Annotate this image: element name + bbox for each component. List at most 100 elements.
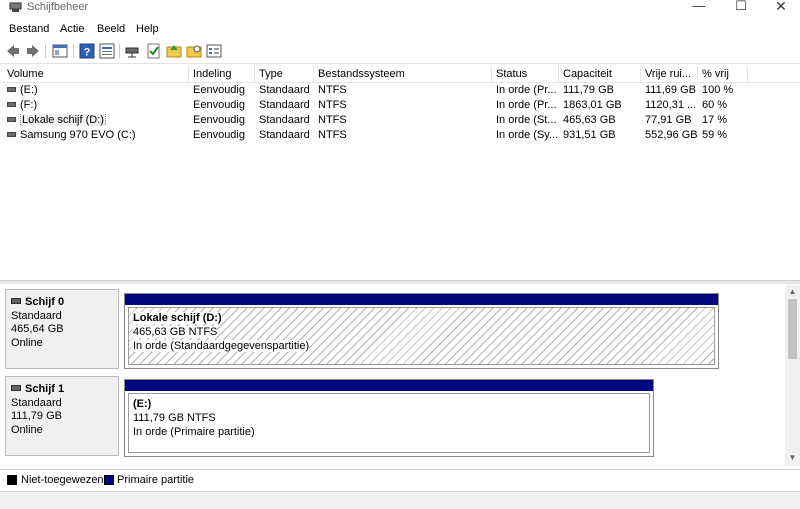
rescan-icon[interactable] <box>185 42 203 60</box>
status-bar <box>0 491 800 509</box>
partition-title: (E:) <box>133 398 152 410</box>
column-header-capaciteit[interactable]: Capaciteit <box>563 68 612 83</box>
cell-volume: Samsung 970 EVO (C:) <box>20 129 136 141</box>
cell-indeling: Eenvoudig <box>193 129 245 141</box>
volume-icon <box>7 116 16 122</box>
menu-bestand[interactable]: Bestand <box>9 23 49 35</box>
cell-pct-vrij: 59 % <box>702 129 728 141</box>
scroll-up-icon[interactable]: ▲ <box>788 287 797 296</box>
console-tree-icon[interactable] <box>51 42 69 60</box>
toolbar: ? <box>0 40 800 64</box>
column-header-status[interactable]: Status <box>496 68 527 83</box>
cell-status: In orde (Pr... <box>496 84 557 96</box>
partition-body: (E:) 111,79 GB NTFS In orde (Primaire pa… <box>128 393 650 453</box>
cell-pct-vrij: 100 % <box>702 84 734 96</box>
disk-size: 111,79 GB <box>11 410 62 422</box>
column-header-indeling[interactable]: Indeling <box>193 68 232 83</box>
cell-indeling: Eenvoudig <box>193 99 245 111</box>
legend-swatch-primary <box>104 475 114 485</box>
partition-size-fs: 111,79 GB NTFS <box>133 412 216 424</box>
scroll-down-icon[interactable]: ▼ <box>788 453 797 462</box>
cell-vrije-ruimte: 552,96 GB <box>645 129 698 141</box>
up-folder-icon[interactable] <box>165 42 183 60</box>
menu-beeld[interactable]: Beeld <box>97 23 125 35</box>
cell-capaciteit: 931,51 GB <box>563 129 616 141</box>
minimize-button[interactable]: — <box>684 0 714 14</box>
vertical-scrollbar[interactable]: ▲ ▼ <box>785 285 800 466</box>
disk-1-label[interactable]: Schijf 1 Standaard 111,79 GB Online <box>5 376 119 456</box>
scrollbar-thumb[interactable] <box>788 299 797 359</box>
disk-state: Online <box>11 424 43 436</box>
cell-capaciteit: 1863,01 GB <box>563 99 622 111</box>
svg-text:?: ? <box>84 47 91 59</box>
properties-icon[interactable] <box>98 42 116 60</box>
partition-d[interactable]: Lokale schijf (D:) 465,63 GB NTFS In ord… <box>124 293 719 369</box>
back-icon[interactable] <box>4 42 22 60</box>
column-header-pct-vrij[interactable]: % vrij <box>702 68 729 83</box>
column-header-vrije-ruimte[interactable]: Vrije rui... <box>645 68 691 83</box>
cell-pct-vrij: 17 % <box>702 114 728 126</box>
partition-status: In orde (Primaire partitie) <box>133 426 255 438</box>
partition-e[interactable]: (E:) 111,79 GB NTFS In orde (Primaire pa… <box>124 379 654 457</box>
check-icon[interactable] <box>145 42 163 60</box>
cell-type: Standaard <box>259 114 310 126</box>
cell-pct-vrij: 60 % <box>702 99 728 111</box>
cell-vrije-ruimte: 111,69 GB <box>645 84 696 96</box>
cell-indeling: Eenvoudig <box>193 114 245 126</box>
cell-capaciteit: 465,63 GB <box>563 114 616 126</box>
window-title: Schijfbeheer <box>27 1 89 13</box>
maximize-button[interactable]: ☐ <box>726 0 756 14</box>
partition-size-fs: 465,63 GB NTFS <box>133 326 218 338</box>
disk-icon <box>11 385 21 392</box>
cell-type: Standaard <box>259 99 310 111</box>
help-icon[interactable]: ? <box>78 42 96 60</box>
volume-list[interactable]: Volume Indeling Type Bestandssysteem Sta… <box>2 66 800 278</box>
cell-vrije-ruimte: 77,91 GB <box>645 114 692 126</box>
cell-volume: (E:) <box>20 84 38 96</box>
disk-name: Schijf 1 <box>25 383 65 395</box>
cell-status: In orde (Sy... <box>496 129 559 141</box>
volume-icon <box>7 101 16 107</box>
disk-kind: Standaard <box>11 310 62 322</box>
disk-size: 465,64 GB <box>11 323 64 335</box>
toolbar-separator <box>73 44 74 58</box>
cell-volume: Lokale schijf (D:) <box>20 114 106 126</box>
menu-actie[interactable]: Actie <box>60 23 84 35</box>
close-button[interactable]: ✕ <box>766 0 796 14</box>
partition-body: Lokale schijf (D:) 465,63 GB NTFS In ord… <box>128 307 715 365</box>
column-header-volume[interactable]: Volume <box>7 68 44 83</box>
disk-state: Online <box>11 337 43 349</box>
settings-icon[interactable] <box>205 42 223 60</box>
cell-type: Standaard <box>259 129 310 141</box>
table-row[interactable]: Lokale schijf (D:) Eenvoudig Standaard N… <box>2 113 800 128</box>
volume-icon <box>7 131 16 137</box>
table-row[interactable]: Samsung 970 EVO (C:) Eenvoudig Standaard… <box>2 128 800 143</box>
disk-graphical-view: Schijf 0 Standaard 465,64 GB Online Loka… <box>0 284 800 466</box>
partition-status: In orde (Standaardgegevenspartitie) <box>133 340 310 352</box>
cell-type: Standaard <box>259 84 310 96</box>
disk-0-label[interactable]: Schijf 0 Standaard 465,64 GB Online <box>5 289 119 369</box>
connect-icon[interactable] <box>124 42 142 60</box>
disk-management-icon <box>9 2 22 12</box>
table-row[interactable]: (F:) Eenvoudig Standaard NTFS In orde (P… <box>2 98 800 113</box>
column-header-bestandssysteem[interactable]: Bestandssysteem <box>318 68 405 83</box>
toolbar-separator <box>45 44 46 58</box>
title-bar: Schijfbeheer — ☐ ✕ <box>0 0 800 16</box>
menu-help[interactable]: Help <box>136 23 159 35</box>
cell-indeling: Eenvoudig <box>193 84 245 96</box>
table-row[interactable]: (E:) Eenvoudig Standaard NTFS In orde (P… <box>2 83 800 98</box>
cell-bestandssysteem: NTFS <box>318 129 347 141</box>
cell-bestandssysteem: NTFS <box>318 114 347 126</box>
partition-bar <box>125 294 718 305</box>
cell-status: In orde (Pr... <box>496 99 557 111</box>
forward-icon[interactable] <box>24 42 42 60</box>
cell-bestandssysteem: NTFS <box>318 99 347 111</box>
disk-name: Schijf 0 <box>25 296 65 308</box>
volume-icon <box>7 86 16 92</box>
legend: Niet-toegewezen Primaire partitie <box>0 469 800 491</box>
legend-label-primary: Primaire partitie <box>117 474 195 486</box>
list-header: Volume Indeling Type Bestandssysteem Sta… <box>2 66 800 83</box>
column-header-type[interactable]: Type <box>259 68 283 83</box>
cell-bestandssysteem: NTFS <box>318 84 347 96</box>
cell-vrije-ruimte: 1120,31 ... <box>645 99 697 111</box>
